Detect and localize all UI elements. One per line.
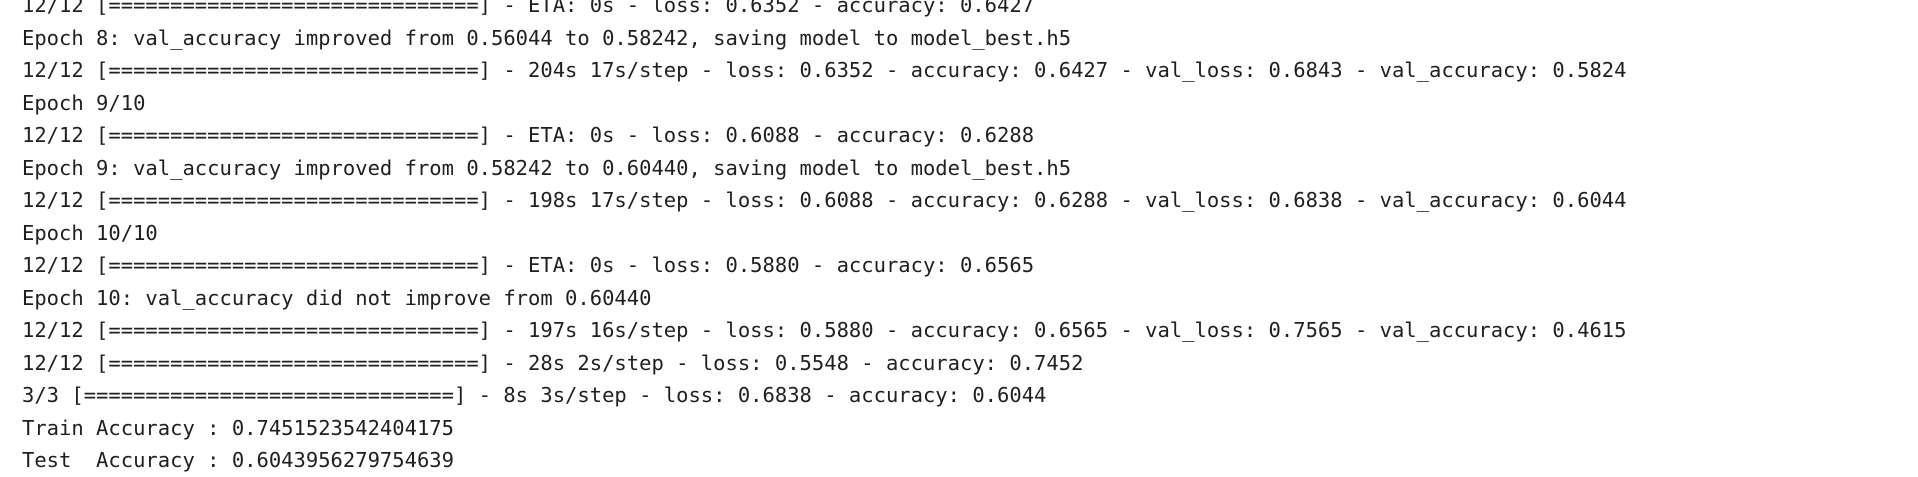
test-accuracy-result: Test Accuracy : 0.6043956279754639 [22,448,454,472]
notebook-output-cell: 12/12 [==============================] -… [0,0,1918,477]
log-line-checkpoint-epoch-8: Epoch 8: val_accuracy improved from 0.56… [22,25,1072,50]
log-line-checkpoint-epoch-10: Epoch 10: val_accuracy did not improve f… [22,285,652,310]
log-line-summary-epoch-10: 12/12 [==============================] -… [22,318,1627,342]
log-line-progress-epoch-8: 12/12 [==============================] -… [22,0,1035,17]
log-line-progress-epoch-10: 12/12 [==============================] -… [22,253,1035,277]
log-line-train-evaluation: 12/12 [==============================] -… [22,350,1084,375]
log-line-summary-epoch-8: 12/12 [==============================] -… [22,58,1627,82]
log-line-test-evaluation: 3/3 [==============================] - 8… [22,383,1047,407]
train-accuracy-result: Train Accuracy : 0.7451523542404175 [22,415,454,440]
training-log-output: 12/12 [==============================] -… [22,0,1626,477]
log-line-epoch-10-header: Epoch 10/10 [22,220,158,245]
log-line-epoch-9-header: Epoch 9/10 [22,90,146,115]
log-line-progress-epoch-9: 12/12 [==============================] -… [22,123,1035,147]
log-line-checkpoint-epoch-9: Epoch 9: val_accuracy improved from 0.58… [22,155,1072,180]
log-line-summary-epoch-9: 12/12 [==============================] -… [22,188,1627,212]
